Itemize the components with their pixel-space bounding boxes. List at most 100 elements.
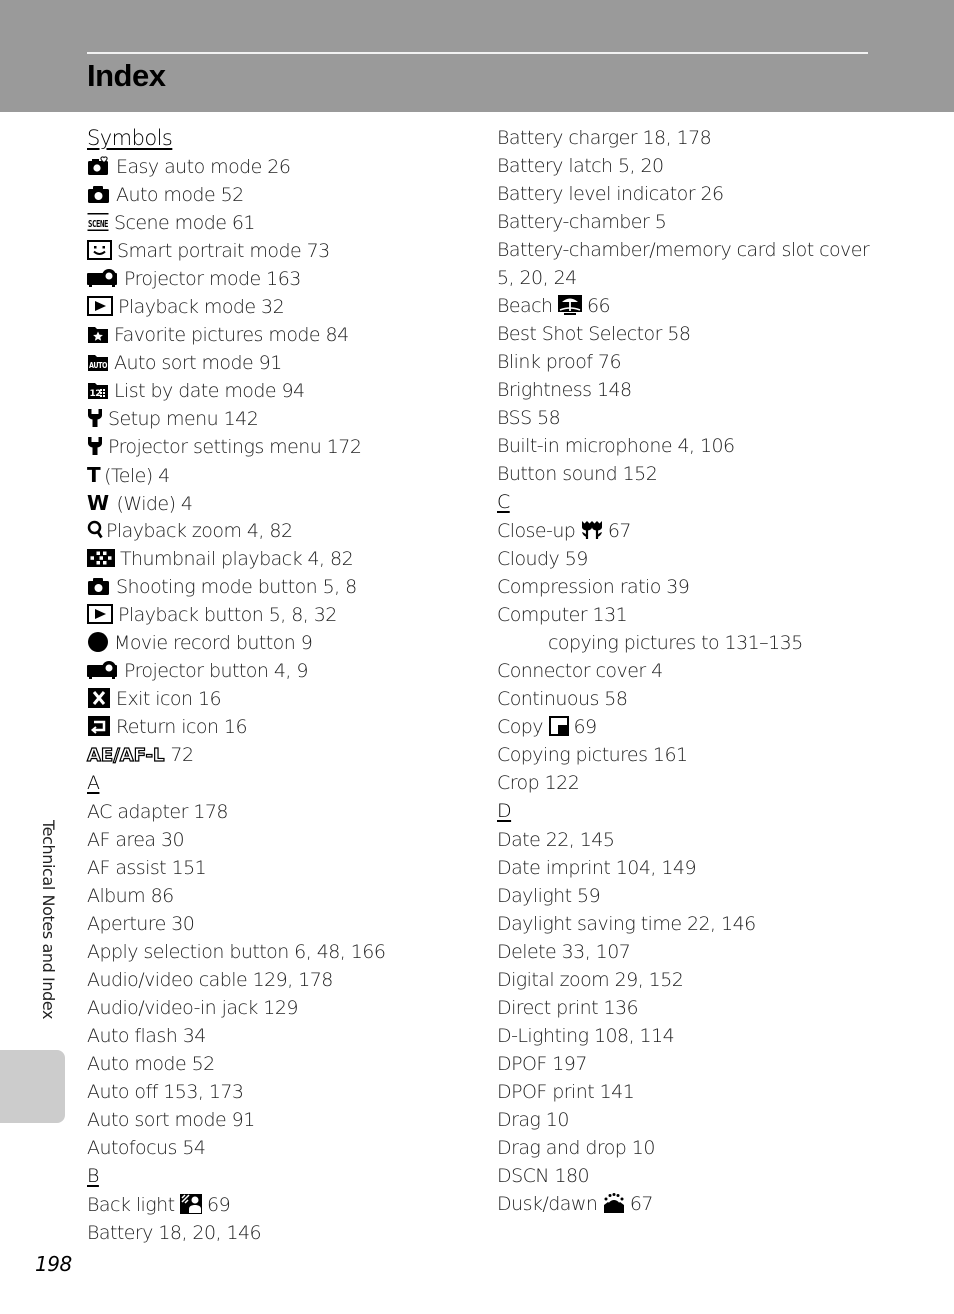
scene-icon: SCENE: [87, 212, 109, 232]
index-entry: Date 22, 145: [497, 829, 615, 851]
entry-text: Exit icon 16: [116, 688, 222, 710]
index-entry: Built-in microphone 4, 106: [497, 435, 735, 457]
entry-text: Projector mode 163: [124, 268, 301, 290]
svg-text:AUTO: AUTO: [89, 361, 108, 370]
index-entry-continuation: 5, 20, 24: [497, 267, 577, 289]
wrench-icon: [87, 408, 103, 428]
exit-icon: [87, 688, 111, 708]
index-entry: Projector button 4, 9: [87, 657, 477, 685]
playback-icon: [87, 296, 113, 316]
index-entry: Auto mode 52: [87, 1053, 215, 1075]
entry-text: Projector button 4, 9: [124, 660, 308, 682]
index-entry: Battery 18, 20, 146: [87, 1222, 262, 1244]
header-rule: [87, 52, 868, 54]
entry-pages: 69: [573, 716, 598, 738]
index-entry: Playback mode 32: [87, 293, 477, 321]
entry-text: Close-up: [497, 520, 576, 542]
entry-pages: 69: [207, 1194, 231, 1216]
close-up-icon: [581, 520, 603, 540]
index-entry: Date imprint 104, 149: [497, 857, 697, 879]
entry-text: Beach: [497, 295, 553, 317]
index-entry: AE/AF-L 72: [86, 741, 477, 769]
index-entry: AF assist 151: [87, 857, 207, 879]
index-entry: Favorite pictures mode 84: [87, 321, 477, 349]
index-entry: Dusk/dawn 67: [497, 1190, 917, 1218]
index-entry: Aperture 30: [87, 913, 195, 935]
page-title: Index: [87, 58, 166, 93]
entry-text: Projector settings menu 172: [108, 436, 362, 458]
index-entry: Easy auto mode 26: [87, 153, 477, 181]
index-entry: Cloudy 59: [497, 548, 588, 570]
tele-icon: T: [87, 463, 101, 487]
playback-icon: [87, 604, 113, 624]
easy-auto-icon: [87, 156, 111, 176]
index-entry: Copy 69: [497, 713, 917, 741]
entry-text: Scene mode 61: [114, 212, 255, 234]
entry-text: Playback mode 32: [118, 296, 285, 318]
index-entry: Battery level indicator 26: [497, 183, 724, 205]
index-entry: Back light 69: [87, 1191, 477, 1219]
index-entry: Audio/video-in jack 129: [87, 997, 298, 1019]
index-entry: Apply selection button 6, 48, 166: [87, 941, 386, 963]
index-entry: Delete 33, 107: [497, 941, 631, 963]
index-entry: AC adapter 178: [87, 801, 228, 823]
index-entry: BSS 58: [497, 407, 561, 429]
index-entry: Drag 10: [497, 1109, 569, 1131]
index-entry: Beach 66: [497, 292, 917, 320]
index-entry: Auto off 153, 173: [87, 1081, 244, 1103]
index-entry: Autofocus 54: [87, 1137, 206, 1159]
index-entry: D-Lighting 108, 114: [497, 1025, 675, 1047]
index-entry: Setup menu 142: [87, 405, 477, 433]
index-entry: Shooting mode button 5, 8: [87, 573, 477, 601]
wide-icon: W: [87, 491, 109, 515]
section-heading-c: C: [497, 491, 510, 513]
index-entry: Blink proof 76: [497, 351, 622, 373]
entry-pages: 67: [607, 520, 632, 542]
index-entry: Smart portrait mode 73: [87, 237, 477, 265]
index-entry: Digital zoom 29, 152: [497, 969, 684, 991]
entry-pages: 66: [587, 295, 611, 317]
index-entry: AF area 30: [87, 829, 185, 851]
index-entry: Best Shot Selector 58: [497, 323, 691, 345]
section-heading-symbols: Symbols: [87, 126, 173, 150]
entry-text: 72: [170, 744, 194, 766]
header-band: Index: [0, 0, 954, 112]
index-entry: Auto flash 34: [87, 1025, 206, 1047]
index-entry: Continuous 58: [497, 688, 628, 710]
smart-portrait-icon: [87, 240, 112, 260]
wrench-icon: [87, 436, 103, 456]
index-entry: 12 List by date mode 94: [87, 377, 477, 405]
index-entry: Compression ratio 39: [497, 576, 690, 598]
projector-icon: [87, 660, 119, 680]
projector-icon: [87, 268, 119, 288]
camera-icon: [87, 184, 111, 204]
index-entry: Playback zoom 4, 82: [87, 517, 477, 545]
magnifier-icon: [87, 520, 103, 540]
index-entry: Playback button 5, 8, 32: [87, 601, 477, 629]
record-icon: [87, 632, 109, 652]
index-entry: Battery-chamber/memory card slot cover: [497, 239, 870, 261]
section-heading-d: D: [497, 800, 512, 822]
index-entry: Projector mode 163: [87, 265, 477, 293]
auto-sort-icon: AUTO: [87, 352, 109, 372]
index-entry: Connector cover 4: [497, 660, 663, 682]
section-thumb-tab: [0, 1050, 65, 1123]
index-entry: Daylight 59: [497, 885, 601, 907]
index-entry: Drag and drop 10: [497, 1137, 655, 1159]
index-entry: T (Tele) 4: [87, 461, 477, 489]
entry-text: Auto mode 52: [116, 184, 244, 206]
index-column-right: Battery charger 18, 178 Battery latch 5,…: [497, 124, 917, 1218]
entry-text: (Wide) 4: [116, 493, 194, 515]
beach-icon: [558, 295, 583, 315]
page-number: 198: [35, 1252, 72, 1276]
index-entry: SCENE Scene mode 61: [87, 209, 477, 237]
index-entry: Computer 131: [497, 604, 628, 626]
entry-text: List by date mode 94: [114, 380, 305, 402]
entry-text: Thumbnail playback 4, 82: [120, 548, 354, 570]
thumbnail-icon: [87, 548, 115, 568]
index-entry: Return icon 16: [87, 713, 477, 741]
index-entry: Movie record button 9: [87, 629, 477, 657]
entry-text: Back light: [87, 1194, 175, 1216]
svg-text:SCENE: SCENE: [88, 219, 108, 230]
index-entry: Copying pictures 161: [497, 744, 688, 766]
